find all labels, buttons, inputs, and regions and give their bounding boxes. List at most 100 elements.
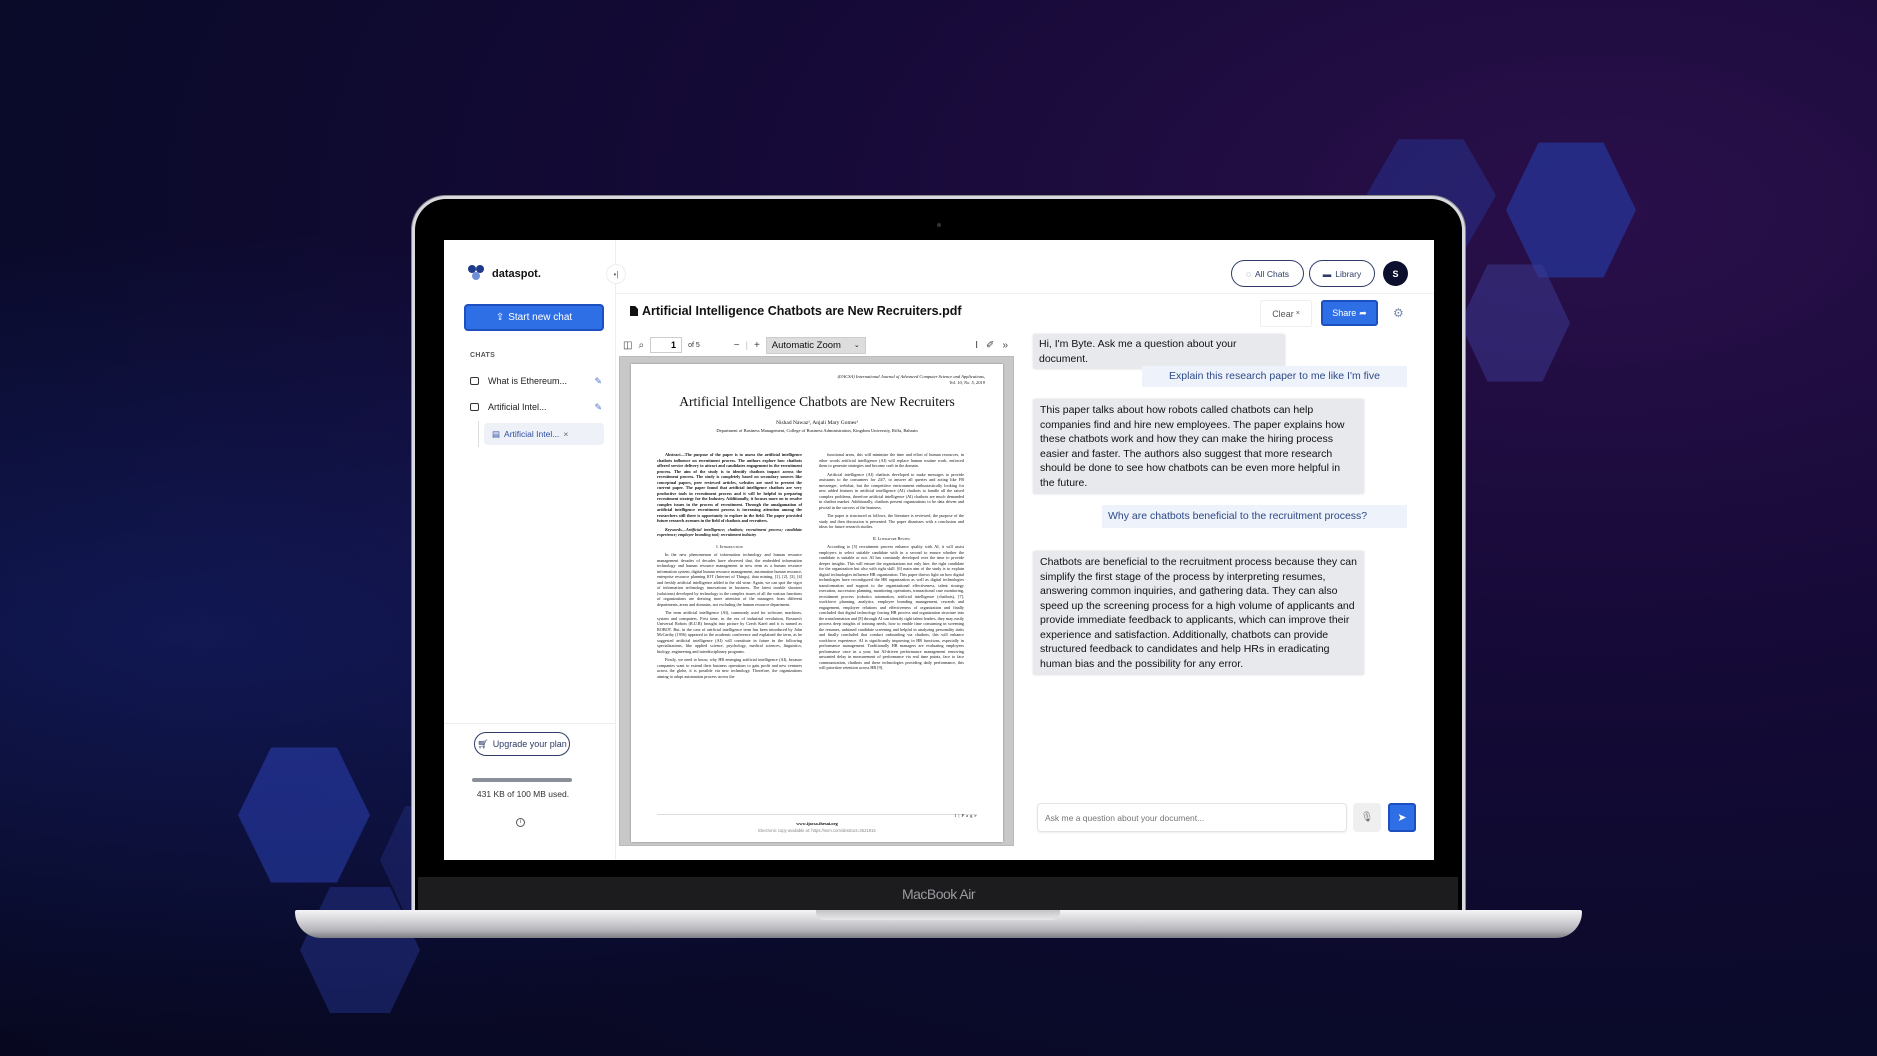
chat-message-user: Explain this research paper to me like I… xyxy=(1142,366,1407,387)
upgrade-plan-button[interactable]: 🛒︎ Upgrade your plan xyxy=(474,732,570,756)
footer-url: Electronic copy available at: https://ss… xyxy=(758,828,876,833)
remove-document-icon[interactable]: × xyxy=(563,429,568,439)
search-icon[interactable]: ⌕ xyxy=(638,340,644,351)
chat-document-label: Artificial Intel... xyxy=(504,429,560,439)
zoom-select-value: Automatic Zoom xyxy=(771,339,841,351)
text-select-icon[interactable]: I xyxy=(975,340,978,351)
sidebar-toggle-icon[interactable]: ◫ xyxy=(623,340,632,351)
section-heading: I. Introduction xyxy=(716,543,743,549)
page-number-input[interactable] xyxy=(650,337,683,353)
start-new-chat-button[interactable]: ⇪ Start new chat xyxy=(464,304,604,331)
upgrade-plan-label: Upgrade your plan xyxy=(492,739,567,749)
laptop-hinge-notch xyxy=(816,910,1060,920)
zoom-in-button[interactable]: + xyxy=(754,340,760,351)
share-label: Share xyxy=(1332,308,1357,318)
library-label: Library xyxy=(1335,268,1362,279)
webcam xyxy=(937,223,941,227)
edit-icon[interactable]: ✎ xyxy=(594,402,602,413)
chat-document-item[interactable]: ▤ Artificial Intel... × xyxy=(484,423,604,445)
upload-icon: ⇪ xyxy=(495,312,505,323)
edit-icon[interactable]: ✎ xyxy=(594,376,602,387)
chevron-down-icon: ⌄ xyxy=(853,342,860,349)
page-count-label: of 5 xyxy=(688,341,700,349)
chat-bubble-icon xyxy=(470,377,479,385)
paragraph: The term artificial intelligence (AI), c… xyxy=(657,610,802,654)
sidebar-divider xyxy=(444,723,616,724)
paragraph: Firstly, we need to know, why HR emergin… xyxy=(657,657,802,679)
storage-usage-text: 431 KB of 100 MB used. xyxy=(476,789,570,799)
paragraph: The paper is structured as follows, the … xyxy=(819,513,964,529)
draw-icon[interactable]: ✐ xyxy=(986,340,994,351)
pdf-toolbar: ◫ ⌕ of 5 − | + Automatic Zoom ⌄ I ✐ » xyxy=(619,334,1014,356)
keywords: Keywords—Artificial intelligence; chatbo… xyxy=(657,526,802,538)
question-input-wrapper xyxy=(1037,803,1347,832)
share-button[interactable]: Share ➦ xyxy=(1321,300,1378,326)
collapse-sidebar-icon: •| xyxy=(613,269,619,279)
document-title: Artificial Intelligence Chatbots are New… xyxy=(630,304,962,318)
question-input[interactable] xyxy=(1045,812,1346,823)
microphone-button[interactable]: 🎙︎ xyxy=(1353,803,1381,832)
sidebar: dataspot. ⇪ Start new chat CHATS What is… xyxy=(444,240,616,860)
pdf-file-icon: ▤ xyxy=(492,428,501,439)
chat-item-label: Artificial Intel... xyxy=(488,402,547,412)
dataspot-logo-icon xyxy=(468,265,486,283)
toolbar-separator: | xyxy=(745,340,748,350)
share-arrow-icon: ➦ xyxy=(1359,307,1367,318)
zoom-select[interactable]: Automatic Zoom ⌄ xyxy=(765,336,866,354)
footer-site: www.ijacsa.thesai.org xyxy=(796,821,838,826)
info-icon[interactable]: i xyxy=(516,818,525,827)
chat-message-assistant: Chatbots are beneficial to the recruitme… xyxy=(1033,551,1364,675)
pdf-column-right: functional areas, this will minimize the… xyxy=(819,452,964,674)
section-heading: II. Literature Review xyxy=(872,535,911,541)
chat-bubble-icon xyxy=(470,403,479,411)
paragraph: In the new phenomenon of information tec… xyxy=(657,552,803,607)
all-chats-button[interactable]: ◌ All Chats xyxy=(1231,260,1304,287)
chat-bubble-icon: ◌ xyxy=(1245,268,1252,279)
more-tools-icon[interactable]: » xyxy=(1002,340,1008,351)
all-chats-label: All Chats xyxy=(1255,268,1290,279)
pdf-page-footer: 1 | P a g e www.ijacsa.thesai.org Electr… xyxy=(657,813,977,833)
cart-icon: 🛒︎ xyxy=(477,738,489,749)
user-avatar[interactable]: S xyxy=(1383,261,1408,286)
document-title-text: Artificial Intelligence Chatbots are New… xyxy=(642,304,962,318)
clear-button[interactable]: Clear × xyxy=(1260,300,1312,327)
header-divider xyxy=(616,293,1434,294)
clear-label: Clear xyxy=(1272,308,1294,319)
pdf-page: (IJACSA) International Journal of Advanc… xyxy=(631,364,1003,842)
collapse-sidebar-button[interactable]: •| xyxy=(606,264,626,284)
paragraph: functional areas, this will minimize the… xyxy=(819,452,964,468)
microphone-icon: 🎙︎ xyxy=(1360,812,1374,823)
laptop-brand-label: MacBook Air xyxy=(901,886,976,902)
send-icon: ➤ xyxy=(1397,812,1407,824)
logo-text: dataspot. xyxy=(492,268,541,280)
close-icon: × xyxy=(1295,310,1300,317)
send-button[interactable]: ➤ xyxy=(1388,803,1416,832)
page-label: 1 | P a g e xyxy=(954,813,977,818)
paper-affiliation: Department of Business Management, Colle… xyxy=(716,428,918,433)
toolbar-right-group: I ✐ » xyxy=(975,340,1014,351)
chat-message-user: Why are chatbots beneficial to the recru… xyxy=(1102,505,1407,528)
paper-authors: Nishad Nawaz¹, Anjali Mary Gomes² xyxy=(776,420,858,426)
chat-item[interactable]: Artificial Intel... ✎ xyxy=(470,398,610,416)
chats-heading: CHATS xyxy=(470,352,496,359)
start-new-chat-label: Start new chat xyxy=(508,312,573,323)
chat-item-label: What is Ethereum... xyxy=(488,376,568,386)
chat-message-assistant: This paper talks about how robots called… xyxy=(1033,399,1364,494)
zoom-out-button[interactable]: − xyxy=(734,340,740,351)
paragraph: According to [5] recruitment process enh… xyxy=(819,544,964,670)
journal-volume: Vol. 10, No. 5, 2019 xyxy=(949,380,985,385)
pdf-viewer[interactable]: (IJACSA) International Journal of Advanc… xyxy=(619,356,1014,846)
chat-item[interactable]: What is Ethereum... ✎ xyxy=(470,372,610,390)
logo[interactable]: dataspot. xyxy=(468,265,541,283)
library-button[interactable]: ▬ Library xyxy=(1309,260,1375,287)
chat-message-assistant: Hi, I'm Byte. Ask me a question about yo… xyxy=(1033,334,1285,369)
paper-title: Artificial Intelligence Chatbots are New… xyxy=(679,394,955,409)
paragraph: Artificial intelligence (AI) chatbots de… xyxy=(819,471,964,510)
gear-icon[interactable]: ⚙ xyxy=(1393,306,1404,320)
tree-rail xyxy=(478,421,479,447)
pdf-column-left: Abstract—The purpose of the paper is to … xyxy=(657,452,802,682)
storage-progress-fill xyxy=(472,778,572,782)
storage-progress-bar xyxy=(472,778,572,782)
folder-icon: ▬ xyxy=(1322,268,1332,279)
document-icon xyxy=(630,306,638,316)
